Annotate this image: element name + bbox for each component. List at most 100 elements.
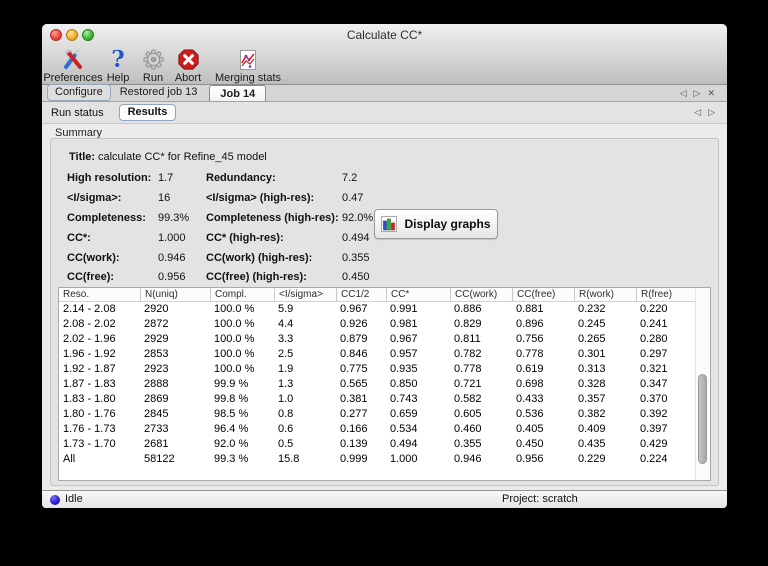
table-cell: 0.619 — [516, 363, 544, 375]
stat-value: 0.450 — [342, 271, 370, 283]
table-cell: 3.3 — [278, 333, 294, 345]
help-icon: ? — [111, 46, 125, 73]
table-cell: 0.846 — [340, 348, 368, 360]
table-cell: 0.782 — [454, 348, 482, 360]
table-cell: 0.879 — [340, 333, 368, 345]
display-graphs-label: Display graphs — [404, 217, 491, 231]
table-cell: 0.850 — [390, 378, 418, 390]
table-cell: 2.5 — [278, 348, 294, 360]
table-cell: 1.73 - 1.70 — [63, 438, 116, 450]
project-label: Project: scratch — [502, 493, 578, 505]
vertical-scrollbar[interactable] — [695, 288, 710, 480]
table-cell: 2681 — [144, 438, 169, 450]
stat-value: 0.47 — [342, 192, 364, 204]
table-row[interactable]: 1.87 - 1.83 2888 99.9 % 1.3 0.565 0.850 0.721 0… — [59, 377, 710, 392]
table-cell: 0.811 — [454, 333, 481, 345]
table-cell: 100.0 % — [214, 348, 255, 360]
table-cell: 0.582 — [454, 393, 482, 405]
table-cell: 1.92 - 1.87 — [63, 363, 116, 375]
table-cell: 2.08 - 2.02 — [63, 318, 116, 330]
tab-run-status[interactable]: Run status — [42, 107, 113, 119]
table-cell: 0.756 — [516, 333, 544, 345]
table-cell: 0.926 — [340, 318, 368, 330]
table-cell: 0.166 — [340, 423, 368, 435]
table-cell: 1.0 — [278, 393, 294, 405]
table-cell: 0.265 — [578, 333, 606, 345]
table-cell: 99.9 % — [214, 378, 249, 390]
preferences-button[interactable]: Preferences — [43, 46, 103, 84]
column-header[interactable]: CC1/2 — [336, 288, 386, 301]
merging-stats-button[interactable]: Merging stats — [206, 46, 290, 84]
table-cell: 0.8 — [278, 408, 294, 420]
table-row[interactable]: All 58122 99.3 % 15.8 0.999 1.000 0.946 0.956 0.… — [59, 452, 710, 467]
table-cell: 0.886 — [454, 303, 482, 315]
next-tab-arrow-icon[interactable]: ▷ — [694, 88, 701, 98]
table-row[interactable]: 1.76 - 1.73 2733 96.4 % 0.6 0.166 0.534 0.460 0… — [59, 422, 710, 437]
stat-label: CC(free): — [67, 271, 115, 283]
table-cell: 1.96 - 1.92 — [63, 348, 116, 360]
table-cell: 2920 — [144, 303, 169, 315]
table-cell: 0.534 — [390, 423, 418, 435]
table-cell: 2923 — [144, 363, 169, 375]
status-indicator-icon — [50, 495, 60, 505]
table-cell: 0.328 — [578, 378, 606, 390]
table-row[interactable]: 2.08 - 2.02 2872 100.0 % 4.4 0.926 0.981 0.829… — [59, 317, 710, 332]
tab-configure[interactable]: Configure — [47, 84, 111, 101]
table-cell: 0.357 — [578, 393, 606, 405]
column-header[interactable]: R(work) — [574, 288, 636, 301]
stat-value: 1.000 — [158, 232, 186, 244]
table-cell: 0.565 — [340, 378, 368, 390]
stat-value: 0.355 — [342, 252, 370, 264]
statusbar: Idle Project: scratch — [42, 490, 727, 508]
column-header[interactable]: Compl. — [210, 288, 274, 301]
tab-results[interactable]: Results — [118, 104, 177, 121]
title-value: calculate CC* for Refine_45 model — [98, 151, 267, 163]
summary-stat-row: CC(work): 0.946 CC(work) (high-res): 0.3… — [51, 251, 718, 265]
status-text: Idle — [65, 493, 83, 505]
abort-icon — [177, 47, 200, 72]
table-cell: 0.967 — [340, 303, 368, 315]
table-row[interactable]: 2.14 - 2.08 2920 100.0 % 5.9 0.967 0.991 0.886… — [59, 302, 710, 317]
column-header[interactable]: CC* — [386, 288, 450, 301]
column-header[interactable]: N(uniq) — [140, 288, 210, 301]
window-chrome: Calculate CC* Preferences ? Help Run Abo… — [42, 24, 727, 85]
run-button[interactable]: Run — [136, 46, 170, 84]
scrollbar-thumb[interactable] — [698, 374, 707, 464]
next-subtab-arrow-icon[interactable]: ▷ — [708, 108, 715, 117]
table-cell: 2853 — [144, 348, 169, 360]
column-header[interactable]: <I/sigma> — [274, 288, 336, 301]
help-button[interactable]: ? Help — [100, 46, 136, 84]
table-row[interactable]: 2.02 - 1.96 2929 100.0 % 3.3 0.879 0.967 0.811… — [59, 332, 710, 347]
table-cell: 1.9 — [278, 363, 294, 375]
column-header[interactable]: Reso. — [59, 288, 140, 301]
prev-subtab-arrow-icon[interactable]: ◁ — [694, 108, 701, 117]
table-cell: 0.967 — [390, 333, 418, 345]
table-row[interactable]: 1.80 - 1.76 2845 98.5 % 0.8 0.277 0.659 0.605 0… — [59, 407, 710, 422]
stat-value: 16 — [158, 192, 171, 204]
display-graphs-button[interactable]: Display graphs — [374, 209, 498, 239]
column-header[interactable]: CC(free) — [512, 288, 574, 301]
close-tab-icon[interactable]: ✕ — [707, 88, 715, 98]
table-cell: All — [63, 453, 76, 465]
table-row[interactable]: 1.83 - 1.80 2869 99.8 % 1.0 0.381 0.743 0.582 0… — [59, 392, 710, 407]
summary-groupbox: Title: calculate CC* for Refine_45 model… — [50, 138, 719, 486]
table-row[interactable]: 1.73 - 1.70 2681 92.0 % 0.5 0.139 0.494 0.355 0… — [59, 437, 710, 452]
table-row[interactable]: 1.92 - 1.87 2923 100.0 % 1.9 0.775 0.935 0.778… — [59, 362, 710, 377]
stat-value: 0.494 — [342, 232, 370, 244]
table-cell: 0.659 — [390, 408, 418, 420]
table-cell: 2.14 - 2.08 — [63, 303, 116, 315]
table-cell: 0.957 — [390, 348, 418, 360]
titlebar[interactable]: Calculate CC* — [42, 24, 727, 46]
table-cell: 0.698 — [516, 378, 544, 390]
stat-label: CC(work): — [67, 252, 120, 264]
tab-restored-job-13[interactable]: Restored job 13 — [111, 84, 207, 101]
tab-job-14[interactable]: Job 14 — [209, 85, 267, 101]
prev-tab-arrow-icon[interactable]: ◁ — [680, 88, 687, 98]
table-row[interactable]: 1.96 - 1.92 2853 100.0 % 2.5 0.846 0.957 0.782… — [59, 347, 710, 362]
abort-button[interactable]: Abort — [170, 46, 206, 84]
table-cell: 96.4 % — [214, 423, 249, 435]
column-header[interactable]: CC(work) — [450, 288, 512, 301]
stat-label: <I/sigma>: — [67, 192, 122, 204]
preferences-icon — [61, 47, 85, 72]
table-cell: 100.0 % — [214, 363, 255, 375]
